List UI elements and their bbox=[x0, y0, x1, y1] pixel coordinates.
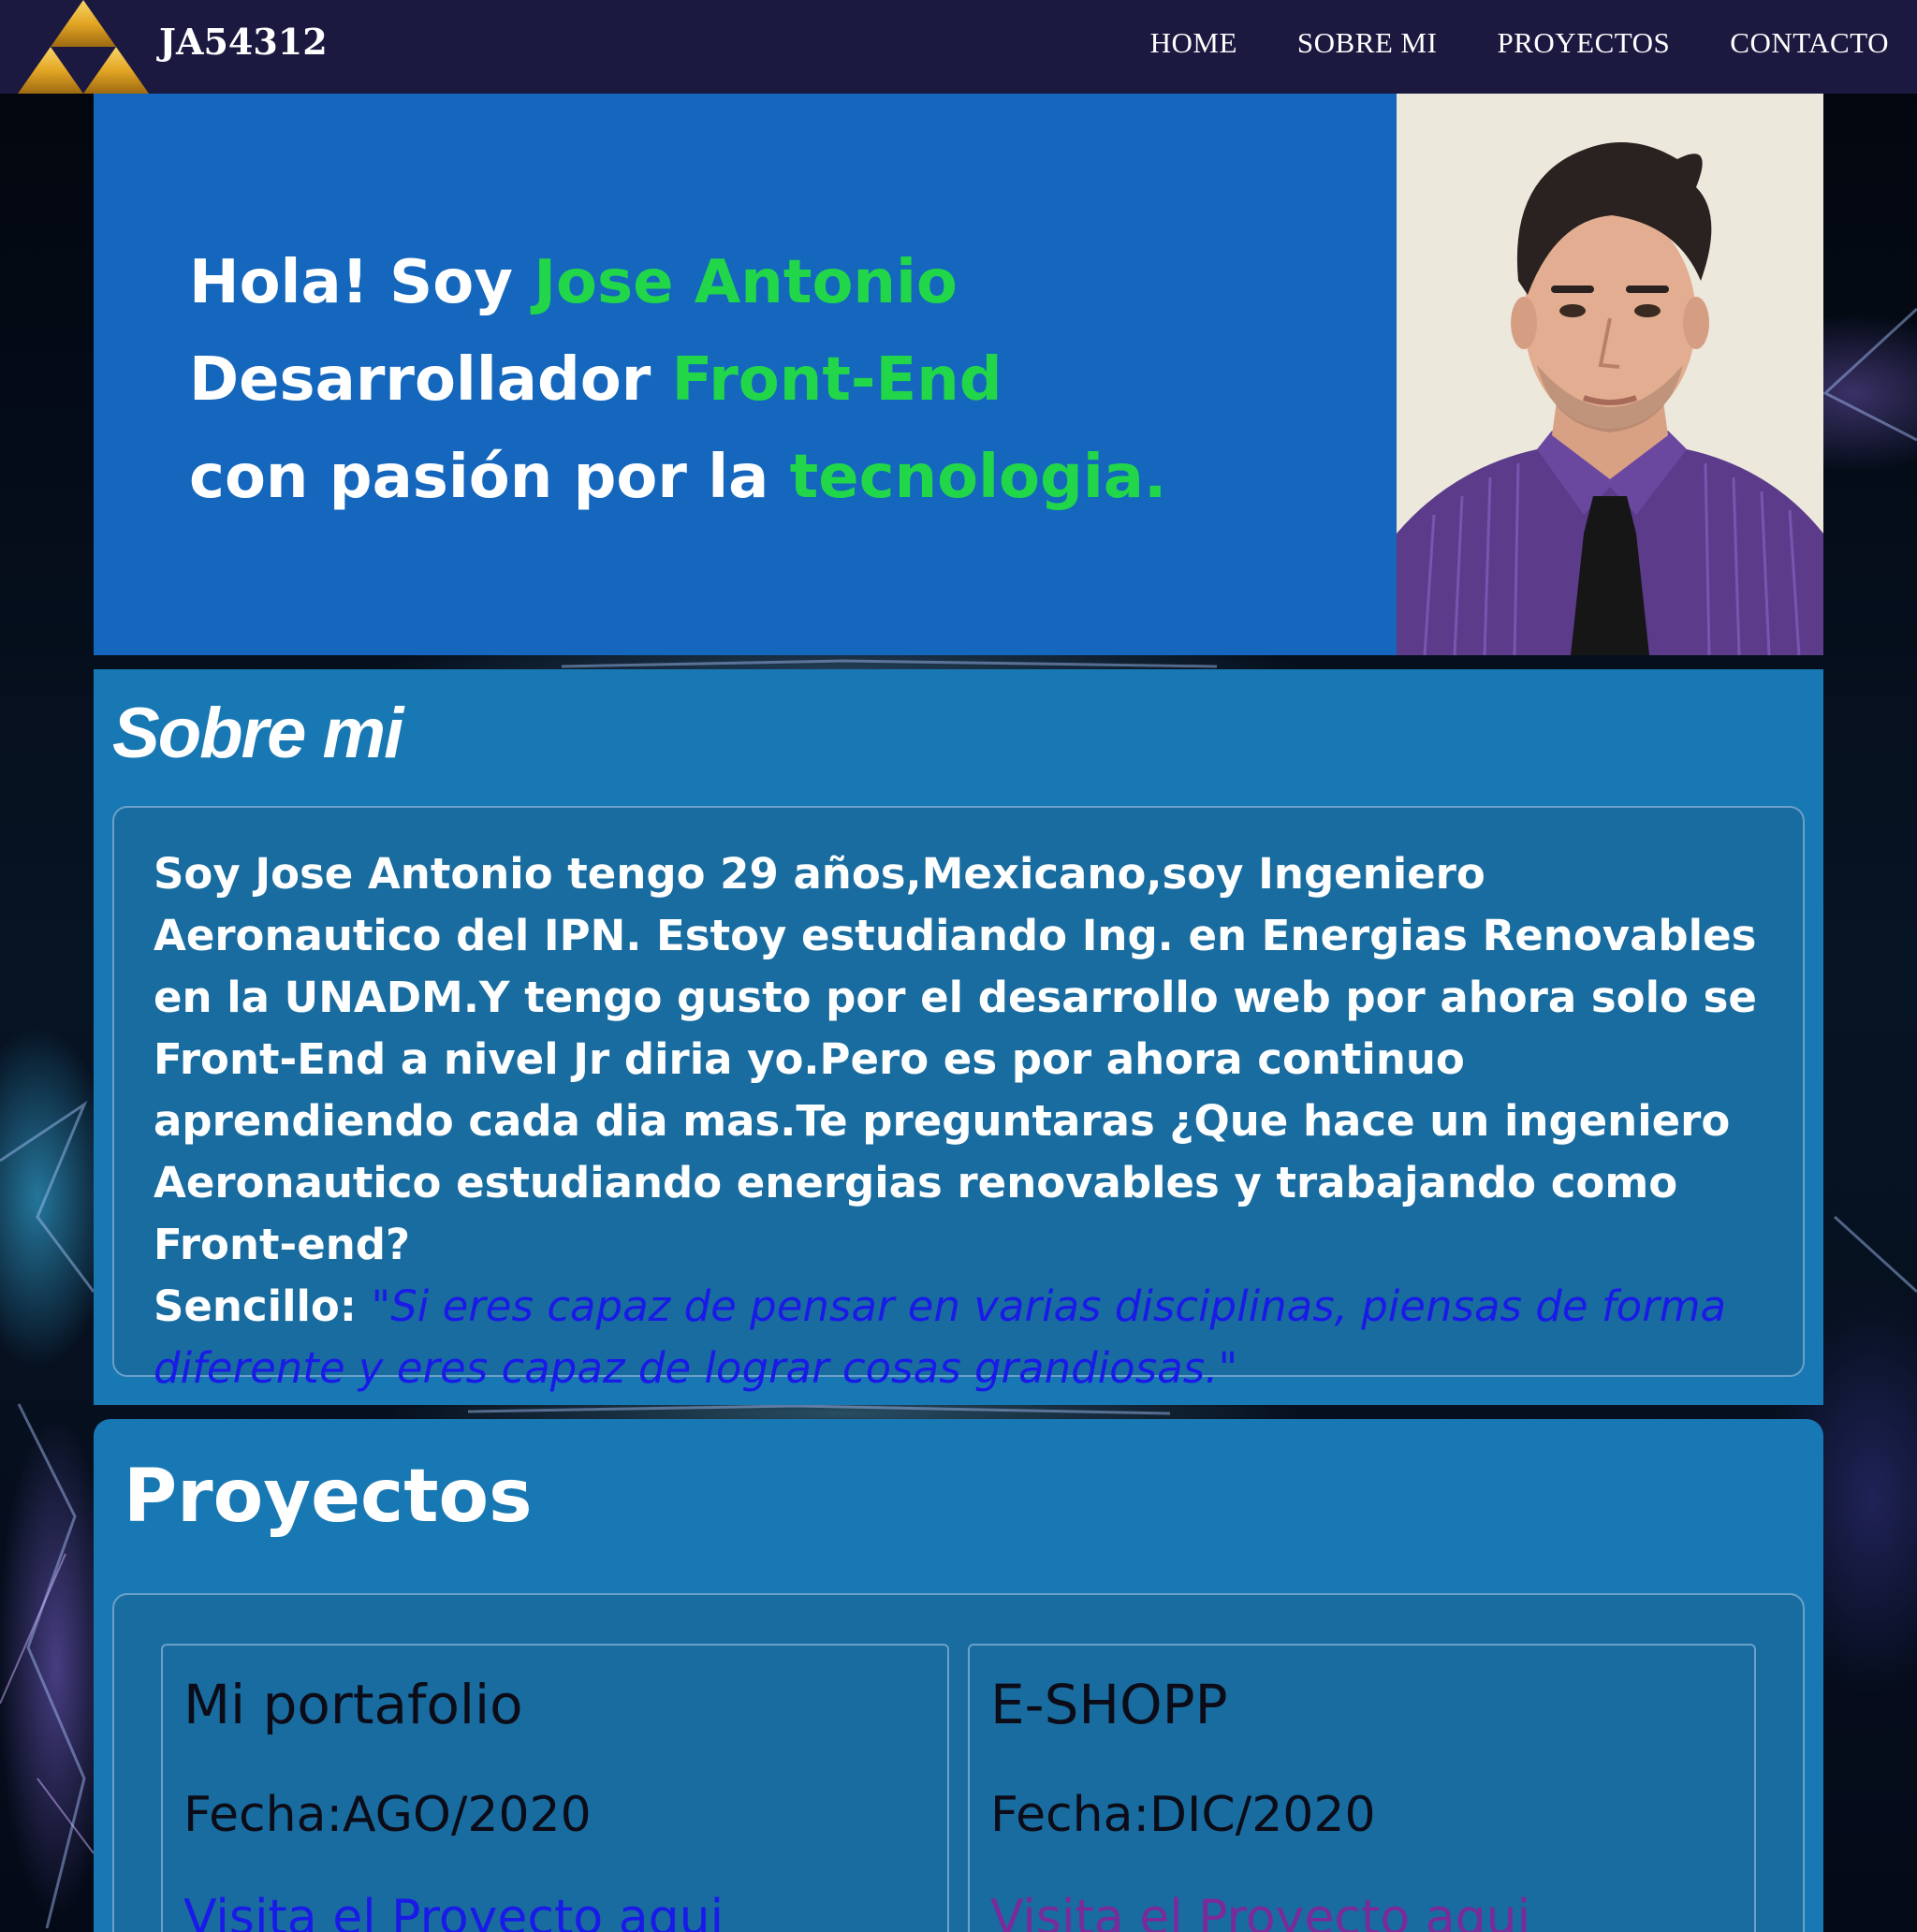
hero-line-3: con pasión por la tecnologia. bbox=[189, 429, 1397, 526]
project-card-eshopp: E-SHOPP Fecha:DIC/2020 Visita el Proyect… bbox=[968, 1644, 1756, 1932]
nav-link-sobre-mi[interactable]: SOBRE MI bbox=[1297, 26, 1438, 60]
hero-greeting: Hola! Soy bbox=[189, 248, 534, 317]
about-card: Soy Jose Antonio tengo 29 años,Mexicano,… bbox=[112, 806, 1805, 1393]
navbar: JA54312 HOME SOBRE MI PROYECTOS CONTACTO bbox=[0, 0, 1917, 94]
project-date: Fecha:DIC/2020 bbox=[990, 1787, 1376, 1843]
hero-line-2: Desarrollador Front-End bbox=[189, 331, 1397, 429]
about-paragraph: Soy Jose Antonio tengo 29 años,Mexicano,… bbox=[154, 849, 1757, 1269]
nav-link-proyectos[interactable]: PROYECTOS bbox=[1497, 26, 1670, 60]
hero-passion-highlight: tecnologia. bbox=[789, 443, 1167, 512]
about-quote: "Si eres capaz de pensar en varias disci… bbox=[154, 1281, 1727, 1393]
nav-link-contacto[interactable]: CONTACTO bbox=[1730, 26, 1889, 60]
hero-role-highlight: Front-End bbox=[671, 345, 1002, 415]
hero-line-1: Hola! Soy Jose Antonio bbox=[189, 234, 1397, 331]
about-title: Sobre mi bbox=[112, 694, 403, 773]
main-nav: HOME SOBRE MI PROYECTOS CONTACTO bbox=[1150, 26, 1889, 60]
hero-role: Desarrollador bbox=[189, 345, 672, 415]
hero-name: Jose Antonio bbox=[534, 248, 958, 317]
hero-passion: con pasión por la bbox=[189, 443, 790, 512]
project-link[interactable]: Visita el Proyecto aqui bbox=[183, 1885, 947, 1932]
project-name: E-SHOPP bbox=[990, 1673, 1228, 1736]
project-link[interactable]: Visita el Proyecto aqui bbox=[990, 1885, 1754, 1932]
projects-container: Mi portafolio Fecha:AGO/2020 Visita el P… bbox=[112, 1593, 1805, 1932]
project-card-portafolio: Mi portafolio Fecha:AGO/2020 Visita el P… bbox=[161, 1644, 949, 1932]
project-name: Mi portafolio bbox=[183, 1673, 523, 1736]
about-section: Sobre mi Soy Jose Antonio tengo 29 años,… bbox=[94, 669, 1823, 1405]
hero-headline: Hola! Soy Jose Antonio Desarrollador Fro… bbox=[94, 94, 1397, 655]
projects-title: Proyectos bbox=[124, 1455, 533, 1539]
brand-name[interactable]: JA54312 bbox=[159, 21, 328, 63]
projects-section: Proyectos Mi portafolio Fecha:AGO/2020 V… bbox=[94, 1419, 1823, 1932]
about-lead: Sencillo: bbox=[154, 1281, 372, 1331]
triforce-logo-icon[interactable] bbox=[17, 0, 150, 94]
project-date: Fecha:AGO/2020 bbox=[183, 1787, 592, 1843]
hero-section: Hola! Soy Jose Antonio Desarrollador Fro… bbox=[94, 94, 1823, 655]
nav-link-home[interactable]: HOME bbox=[1150, 26, 1237, 60]
profile-photo bbox=[1397, 94, 1823, 655]
